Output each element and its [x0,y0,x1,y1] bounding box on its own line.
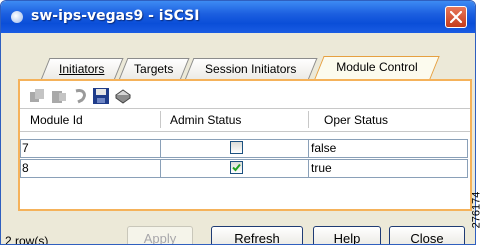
column-header-oper-status[interactable]: Oper Status [324,113,388,127]
app-icon [11,11,23,23]
cell-divider [308,159,309,178]
save-icon[interactable] [92,87,110,105]
help-button[interactable]: Help [313,226,381,244]
table-row[interactable]: 7 false [20,139,470,158]
cell-module-id: 7 [22,141,29,155]
close-button[interactable]: Close [389,226,465,244]
cell-oper-status: true [311,161,332,175]
admin-status-checkbox[interactable] [230,161,243,174]
column-divider[interactable] [160,111,161,128]
table-row[interactable]: 8 true [20,159,470,178]
status-row-count: 2 row(s) [5,234,49,245]
copy-icon[interactable] [28,87,46,105]
tab-label: Session Initiators [205,62,297,76]
window-title: sw-ips-vegas9 - iSCSI [31,8,200,24]
tab-targets[interactable]: Targets [119,58,190,79]
cell-divider [160,159,161,178]
module-control-panel: Module Id Admin Status Oper Status 7 fal… [18,79,472,211]
figure-code: 276174 [470,184,490,244]
refresh-button[interactable]: Refresh [211,226,303,244]
admin-status-checkbox[interactable] [230,141,243,154]
title-bar[interactable]: sw-ips-vegas9 - iSCSI [1,1,475,33]
cell-divider [160,139,161,158]
tab-initiators[interactable]: Initiators [41,58,124,79]
tab-module-control[interactable]: Module Control [314,56,440,80]
tab-label: Initiators [59,62,105,76]
row-border [20,159,468,178]
table-header: Module Id Admin Status Oper Status [20,108,470,132]
cell-oper-status: false [311,141,337,155]
column-header-admin-status[interactable]: Admin Status [170,113,241,127]
cell-divider [308,139,309,158]
column-header-module-id[interactable]: Module Id [30,113,83,127]
check-mark-icon [232,163,241,172]
row-border [20,139,468,158]
tab-label: Targets [134,62,174,76]
tab-session-initiators[interactable]: Session Initiators [185,58,318,79]
iscsi-window: sw-ips-vegas9 - iSCSI Initiators Targets… [0,0,476,245]
close-icon [450,11,462,23]
paste-icon[interactable] [50,87,68,105]
cell-module-id: 8 [22,161,29,175]
print-icon[interactable] [114,87,132,105]
apply-button[interactable]: Apply [127,226,193,244]
figure-code-text: 276174 [470,191,483,229]
column-divider[interactable] [308,111,309,128]
undo-icon[interactable] [72,87,90,105]
window-close-button[interactable] [445,6,467,28]
tab-label: Module Control [336,60,418,74]
